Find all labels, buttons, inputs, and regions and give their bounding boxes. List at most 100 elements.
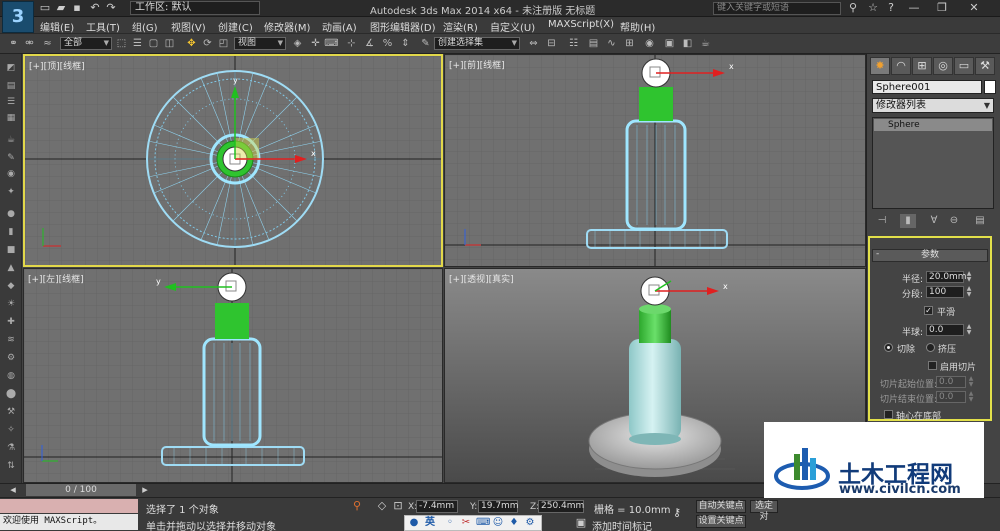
light-icon[interactable]: ✦ (4, 186, 18, 198)
link-icon[interactable]: ⚭ (6, 36, 21, 51)
ime-language-toggle[interactable]: 英 (424, 517, 436, 529)
align-icon[interactable]: ⊟ (544, 36, 559, 51)
menu-modifiers[interactable]: 修改器(M) (264, 19, 310, 34)
motion-tab-icon[interactable]: ◎ (933, 57, 953, 75)
lock-selection-icon[interactable]: ⚲ (350, 499, 364, 513)
redo-icon[interactable]: ↷ (104, 1, 118, 15)
search-input[interactable]: 键入关键字或短语 (713, 2, 841, 15)
sort-icon[interactable]: ⇅ (4, 460, 18, 472)
select-rotate-icon[interactable]: ⟳ (200, 36, 215, 51)
selected-object-select[interactable]: 选定对 (750, 500, 778, 522)
unlink-icon[interactable]: ⚮ (22, 36, 37, 51)
pin-stack-icon[interactable]: ⊣ (874, 214, 890, 228)
menu-animation[interactable]: 动画(A) (322, 19, 357, 34)
menu-rendering[interactable]: 渲染(R) (443, 19, 478, 34)
filter-icon[interactable]: ⚗ (4, 442, 18, 454)
binoculars-icon[interactable]: ⚲ (846, 1, 860, 15)
time-tag-icon[interactable]: ▣ (574, 516, 588, 530)
layer-manager-icon[interactable]: ☷ (566, 36, 581, 51)
curve-editor-icon[interactable]: ∿ (604, 36, 619, 51)
snap-3d-icon[interactable]: ⊹ (344, 36, 359, 51)
table-icon[interactable]: ▦ (4, 112, 18, 124)
menu-help[interactable]: 帮助(H) (620, 19, 655, 34)
sun-icon[interactable]: ☀ (4, 298, 18, 310)
menu-create[interactable]: 创建(C) (218, 19, 253, 34)
segments-spinner[interactable]: ▲ ▼ (965, 286, 973, 298)
absolute-mode-icon[interactable]: ⊡ (391, 499, 405, 513)
ime-keyboard-icon[interactable]: ⌨ (476, 517, 490, 529)
object-name-field[interactable]: Sphere001 (872, 80, 982, 94)
ime-tools-icon[interactable]: ✂ (460, 517, 472, 529)
edit-named-sets-icon[interactable]: ✎ (418, 36, 433, 51)
menu-customize[interactable]: 自定义(U) (490, 19, 535, 34)
shapes-icon[interactable]: ◆ (4, 280, 18, 292)
layer-icon[interactable]: ▤ (4, 80, 18, 92)
slice-from-spinner[interactable]: ▲ ▼ (967, 376, 975, 388)
open-file-icon[interactable]: ▰ (54, 1, 68, 15)
graphite-ribbon-icon[interactable]: ▤ (586, 36, 601, 51)
bind-spacewarp-icon[interactable]: ≈ (40, 36, 55, 51)
stack-item-sphere[interactable]: Sphere (874, 119, 992, 131)
ime-punct-icon[interactable]: ◦ (444, 517, 456, 529)
ime-shirt-icon[interactable]: ♦ (508, 517, 520, 529)
slice-to-input[interactable]: 0.0 (936, 391, 966, 403)
add-time-tag-text[interactable]: 添加时间标记 (592, 518, 652, 531)
configure-sets-icon[interactable]: ▤ (972, 214, 988, 228)
time-slider[interactable]: 0 / 100 (26, 484, 136, 496)
star-icon[interactable]: ☆ (866, 1, 880, 15)
scene-explorer-icon[interactable]: ◩ (4, 62, 18, 74)
menu-graph-editors[interactable]: 图形编辑器(D) (370, 19, 436, 34)
keyboard-shortcut-icon[interactable]: ⌨ (324, 36, 339, 51)
sphere-icon[interactable]: ● (4, 208, 18, 220)
maxscript-listener-upper[interactable] (0, 499, 138, 513)
rendered-frame-icon[interactable]: ◧ (680, 36, 695, 51)
auto-key-button[interactable]: 自动关键点 (696, 500, 746, 513)
radius-input[interactable]: 20.0mm (926, 271, 967, 283)
slice-to-spinner[interactable]: ▲ ▼ (967, 391, 975, 403)
timeline-toggle-icon[interactable]: ◂ (6, 483, 20, 497)
menu-views[interactable]: 视图(V) (171, 19, 206, 34)
new-file-icon[interactable]: ▭ (38, 1, 52, 15)
workspace-select[interactable]: 工作区: 默认 (130, 1, 260, 15)
minimize-button[interactable]: — (902, 0, 926, 16)
undo-icon[interactable]: ↶ (88, 1, 102, 15)
viewport-front[interactable]: x [+][前][线框] (444, 54, 866, 267)
create-tab-icon[interactable]: ✸ (870, 57, 890, 75)
systems-icon[interactable]: ⚙ (4, 352, 18, 364)
slice-from-input[interactable]: 0.0 (936, 376, 966, 388)
box-icon[interactable]: ■ (4, 244, 18, 256)
render-setup-icon[interactable]: ▣ (662, 36, 677, 51)
rect-selection-icon[interactable]: ▢ (146, 36, 161, 51)
viewport-left[interactable]: y [+][左][线框] (23, 268, 443, 483)
select-scale-icon[interactable]: ◰ (216, 36, 231, 51)
z-coord-input[interactable]: 250.4mm (538, 500, 584, 513)
select-manipulate-icon[interactable]: ✛ (308, 36, 323, 51)
material-editor-icon[interactable]: ◉ (642, 36, 657, 51)
app-logo-button[interactable]: 3 (2, 1, 34, 33)
list-icon[interactable]: ☰ (4, 96, 18, 108)
base-pivot-checkbox[interactable] (884, 410, 893, 419)
utilities-tab-icon[interactable]: ⚒ (975, 57, 995, 75)
menu-tools[interactable]: 工具(T) (86, 19, 120, 34)
maximize-button[interactable]: ❐ (930, 0, 954, 16)
show-end-result-icon[interactable]: ▮ (900, 214, 916, 228)
percent-snap-icon[interactable]: % (380, 36, 395, 51)
key-icon[interactable]: ⚷ (670, 506, 684, 520)
hemisphere-spinner[interactable]: ▲ ▼ (965, 324, 973, 336)
schematic-view-icon[interactable]: ⊞ (622, 36, 637, 51)
menu-maxscript[interactable]: MAXScript(X) (548, 19, 614, 30)
segments-input[interactable]: 100 (926, 286, 964, 298)
mirror-icon[interactable]: ⇔ (526, 36, 541, 51)
isolate-icon[interactable]: ◇ (375, 499, 389, 513)
cylinder-icon[interactable]: ▮ (4, 226, 18, 238)
menu-group[interactable]: 组(G) (132, 19, 158, 34)
render-teapot-icon[interactable]: ☕ (698, 36, 713, 51)
collapse-icon[interactable]: - (876, 249, 879, 259)
angle-snap-icon[interactable]: ∡ (362, 36, 377, 51)
select-by-name-icon[interactable]: ☰ (130, 36, 145, 51)
slice-on-checkbox[interactable] (928, 361, 937, 370)
reference-coord-select[interactable]: 视图 (234, 37, 286, 50)
modify-tab-icon[interactable]: ◠ (891, 57, 911, 75)
smooth-checkbox[interactable]: ✓ (924, 306, 933, 315)
help-icon[interactable]: ? (884, 1, 898, 15)
